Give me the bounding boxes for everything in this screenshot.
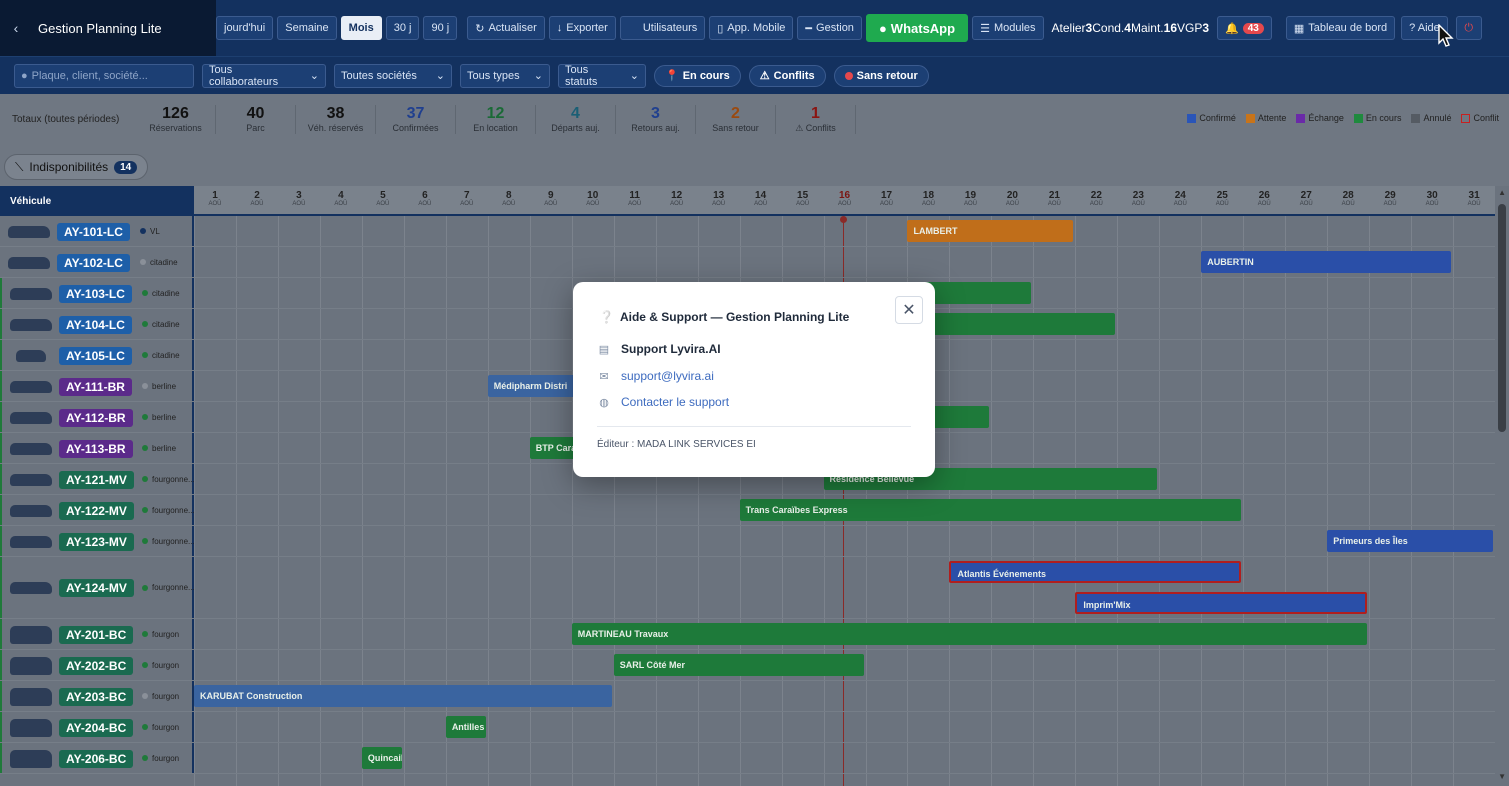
building-icon: ▤	[598, 343, 610, 356]
contact-support-link[interactable]: ◍ Contacter le support	[597, 395, 729, 409]
modal-title: ❔ Aide & Support — Gestion Planning Lite	[599, 310, 850, 324]
support-email-link[interactable]: ✉ support@lyvira.ai	[597, 369, 714, 383]
support-name-line: ▤ Support Lyvira.AI	[598, 342, 721, 356]
mouse-cursor-icon	[1438, 24, 1454, 47]
mail-icon: ✉	[599, 370, 609, 383]
editor-line: Éditeur : MADA LINK SERVICES EI	[597, 439, 756, 450]
modal-divider	[597, 426, 911, 427]
question-icon: ❔	[599, 310, 614, 324]
close-icon[interactable]: ✕	[895, 296, 923, 324]
help-support-modal: ✕ ❔ Aide & Support — Gestion Planning Lit…	[573, 282, 935, 477]
globe-icon: ◍	[599, 396, 609, 409]
